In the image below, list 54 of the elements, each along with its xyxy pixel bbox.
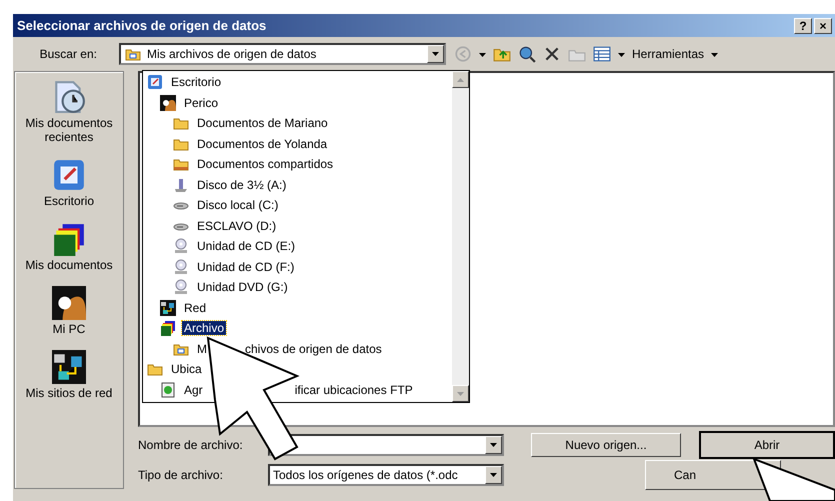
look-in-dropdown[interactable]: Mis archivos de origen de datos [119, 43, 446, 65]
tree-item[interactable]: M [195, 342, 209, 356]
look-in-label: Buscar en: [38, 47, 98, 61]
place-label[interactable]: Mis documentos recientes [15, 116, 123, 144]
tree-item[interactable]: Documentos de Mariano [195, 116, 330, 130]
recent-icon [52, 80, 86, 114]
file-type-label: Tipo de archivo: [138, 468, 224, 482]
tree-item[interactable]: Escritorio [169, 75, 224, 90]
tree-item[interactable]: Perico [182, 96, 220, 110]
tree-item[interactable]: Red [182, 300, 208, 315]
place-label[interactable]: Escritorio [44, 194, 94, 208]
tree-item[interactable]: Agr [182, 382, 205, 397]
close-button[interactable]: × [814, 18, 832, 34]
place-label[interactable]: Mis sitios de red [26, 386, 112, 400]
open-button[interactable]: Abrir [699, 430, 835, 458]
tree-item[interactable]: ESCLAVO (D:) [195, 218, 278, 233]
tools-menu[interactable]: Herramientas [632, 47, 704, 61]
down-arrow-icon[interactable] [490, 472, 497, 476]
desktop-icon [52, 158, 86, 192]
tree-item[interactable]: Documentos compartidos [195, 157, 336, 172]
down-arrow-icon[interactable] [479, 52, 486, 56]
cd-icon [173, 279, 189, 296]
help-button[interactable]: ? [794, 18, 812, 34]
tree-item[interactable]: Unidad de CD (E:) [195, 239, 298, 254]
network-icon [52, 350, 86, 384]
documents-icon [52, 222, 86, 256]
place-label[interactable]: Mis documentos [25, 258, 113, 272]
desktop-icon [147, 74, 163, 90]
cd-icon [173, 238, 189, 254]
archive-icon [160, 320, 176, 336]
new-source-button[interactable]: Nuevo origen... [531, 432, 681, 456]
down-arrow-icon[interactable] [432, 52, 439, 56]
tree-item[interactable]: Documentos de Yolanda [195, 136, 330, 151]
down-arrow-icon[interactable] [618, 52, 625, 56]
tree-item-text: chivos de origen de datos [245, 342, 382, 356]
tree-item[interactable]: Disco de 3½ (A:) [195, 178, 288, 192]
cd-icon [173, 258, 189, 275]
tree-item[interactable]: Disco local (C:) [195, 198, 280, 212]
place-label[interactable]: Mi PC [52, 322, 86, 336]
views-icon[interactable] [593, 45, 611, 63]
tree-item-text: ificar ubicaciones FTP [294, 382, 413, 397]
file-type-field[interactable]: Todos los orígenes de datos (*.odc [268, 464, 504, 486]
tree-item[interactable]: Unidad DVD (G:) [195, 280, 290, 294]
down-arrow-icon[interactable] [711, 52, 718, 56]
tree-item[interactable]: Unidad de CD (F:) [195, 260, 296, 274]
file-name-label: Nombre de archivo: [138, 438, 244, 452]
tree-item[interactable]: Archivo [182, 321, 226, 336]
person-icon [160, 94, 176, 111]
delete-icon[interactable] [543, 45, 561, 63]
tree-item[interactable]: Ubica [169, 362, 204, 376]
network-icon [160, 300, 176, 316]
down-arrow-icon[interactable] [490, 442, 497, 446]
window-title: Seleccionar archivos de origen de datos [17, 18, 266, 33]
search-icon[interactable] [518, 45, 536, 63]
